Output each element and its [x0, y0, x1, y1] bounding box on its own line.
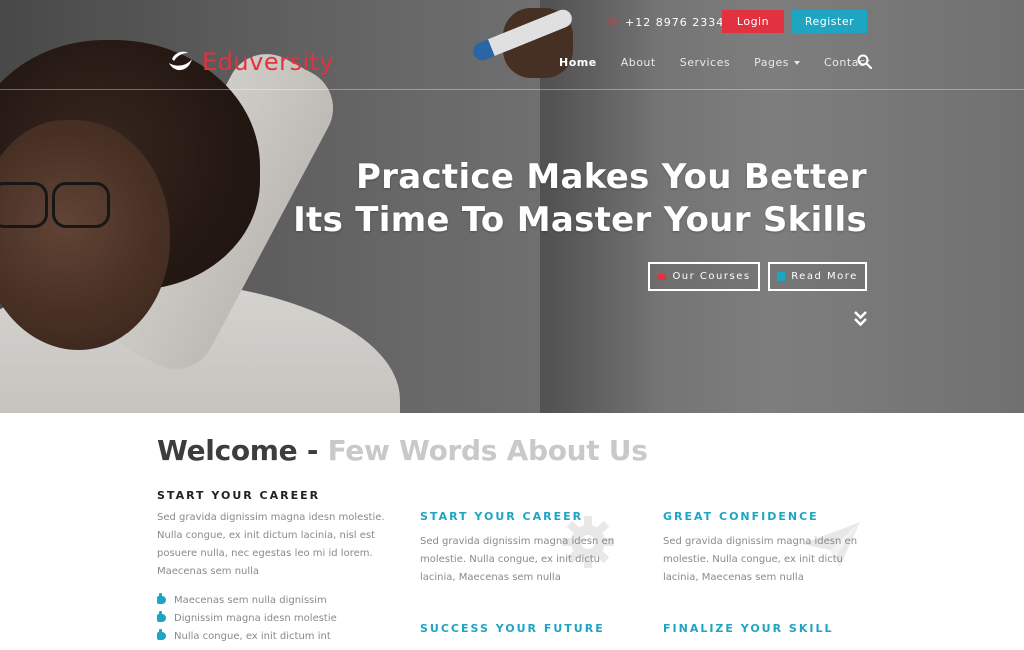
- main-nav: Home About Services Pages Contact: [559, 54, 894, 70]
- thumbs-up-icon: [157, 593, 166, 604]
- welcome-heading: Welcome - Few Words About Us: [157, 434, 648, 467]
- list-item-label: Dignissim magna idesn molestie: [174, 612, 337, 624]
- hero-title: Practice Makes You Better Its Time To Ma…: [293, 156, 867, 242]
- nav-item-pages[interactable]: Pages: [754, 56, 800, 69]
- intro-title: START YOUR CAREER: [157, 489, 321, 502]
- hero-banner: ✆ +12 8976 2334 Login Register Eduversit…: [0, 0, 1024, 413]
- nav-divider: [0, 89, 1024, 90]
- feature-title-finalize-skill: FINALIZE YOUR SKILL: [663, 622, 834, 635]
- nav-item-services[interactable]: Services: [680, 56, 730, 69]
- intro-bullet-list: Maecenas sem nulla dignissim Dignissim m…: [157, 591, 337, 645]
- our-courses-label: Our Courses: [672, 271, 751, 282]
- our-courses-button[interactable]: Our Courses: [648, 262, 760, 291]
- nav-item-about[interactable]: About: [621, 56, 656, 69]
- read-more-button[interactable]: Read More: [768, 262, 867, 291]
- welcome-heading-dark: Welcome -: [157, 434, 328, 467]
- hero-title-line2: Its Time To Master Your Skills: [293, 200, 867, 240]
- double-chevron-down-icon[interactable]: [853, 309, 868, 329]
- phone-number: +12 8976 2334: [625, 15, 725, 29]
- feature-body-start-career: Sed gravida dignissim magna idesn en mol…: [420, 536, 615, 583]
- read-more-label: Read More: [791, 271, 858, 282]
- logo-icon: [169, 51, 192, 71]
- feature-title-success-future: SUCCESS YOUR FUTURE: [420, 622, 605, 635]
- thumbs-up-icon: [157, 611, 166, 622]
- intro-body: Sed gravida dignissim magna idesn molest…: [157, 512, 385, 577]
- register-button[interactable]: Register: [792, 10, 867, 33]
- brand-name: Eduversity: [202, 48, 335, 76]
- graduation-cap-icon: [657, 273, 667, 280]
- phone-contact[interactable]: ✆ +12 8976 2334: [608, 14, 724, 30]
- feature-title-great-confidence: GREAT CONFIDENCE: [663, 510, 819, 523]
- feature-body-great-confidence: Sed gravida dignissim magna idesn en mol…: [663, 536, 858, 583]
- list-item: Nulla congue, ex init dictum int: [157, 627, 337, 645]
- login-button[interactable]: Login: [722, 10, 784, 33]
- feature-title-start-career: START YOUR CAREER: [420, 510, 584, 523]
- caret-down-icon: [793, 60, 800, 65]
- welcome-heading-light: Few Words About Us: [327, 434, 648, 467]
- site-logo[interactable]: Eduversity: [166, 48, 334, 76]
- list-item-label: Nulla congue, ex init dictum int: [174, 630, 331, 642]
- list-item: Maecenas sem nulla dignissim: [157, 591, 337, 609]
- nav-item-pages-label: Pages: [754, 55, 789, 69]
- list-item: Dignissim magna idesn molestie: [157, 609, 337, 627]
- list-item-label: Maecenas sem nulla dignissim: [174, 594, 327, 606]
- hero-title-line1: Practice Makes You Better: [355, 157, 867, 197]
- book-icon: [777, 272, 786, 281]
- phone-icon: ✆: [608, 15, 620, 29]
- nav-item-home[interactable]: Home: [559, 56, 597, 69]
- search-icon[interactable]: [857, 54, 872, 69]
- thumbs-up-icon: [157, 629, 166, 640]
